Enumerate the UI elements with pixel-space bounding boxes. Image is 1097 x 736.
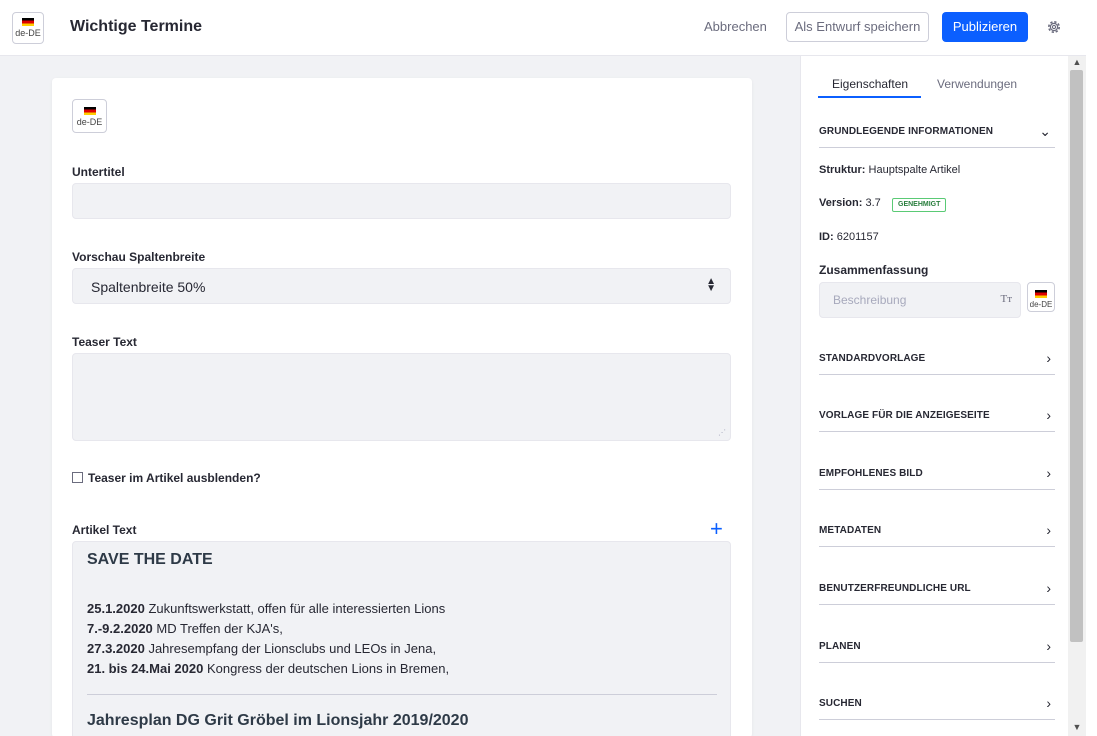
article-line: 27.3.2020 Jahresempfang der Lionsclubs u… <box>87 641 437 656</box>
id-info: ID: 6201157 <box>819 231 879 243</box>
publish-button[interactable]: Publizieren <box>942 12 1028 42</box>
section-featured-image[interactable]: EMPFOHLENES BILD › <box>819 457 1055 490</box>
content-language-selector[interactable]: de-DE <box>72 99 107 133</box>
page-title: Wichtige Termine <box>70 18 203 35</box>
subtitle-label: Untertitel <box>72 165 125 179</box>
select-arrows-icon: ▲ ▼ <box>706 276 716 294</box>
chevron-right-icon: › <box>1046 407 1051 423</box>
hide-teaser-checkbox[interactable] <box>72 472 83 483</box>
chevron-right-icon: › <box>1046 695 1051 711</box>
language-code: de-DE <box>1029 300 1053 309</box>
section-title: METADATEN <box>819 525 882 536</box>
active-tab-indicator <box>818 96 921 98</box>
article-line: 25.1.2020 Zukunftswerkstatt, offen für a… <box>87 601 446 616</box>
properties-sidebar: Eigenschaften Verwendungen GRUNDLEGENDE … <box>800 56 1068 736</box>
chevron-down-icon: ⌄ <box>1039 123 1051 139</box>
preview-width-label: Vorschau Spaltenbreite <box>72 250 206 264</box>
section-title: BENUTZERFREUNDLICHE URL <box>819 583 971 594</box>
section-metadata[interactable]: METADATEN › <box>819 514 1055 547</box>
chevron-right-icon: › <box>1046 638 1051 654</box>
article-divider <box>87 694 717 695</box>
scroll-up-icon[interactable]: ▲ <box>1070 57 1084 69</box>
section-title: PLANEN <box>819 641 861 652</box>
flag-de-icon <box>83 107 96 115</box>
chevron-right-icon: › <box>1046 580 1051 596</box>
hide-teaser-label[interactable]: Teaser im Artikel ausblenden? <box>88 471 261 485</box>
scrollbar-thumb[interactable] <box>1070 70 1083 642</box>
article-subheading: Jahresplan DG Grit Gröbel im Lionsjahr 2… <box>87 712 469 729</box>
teaser-text-label: Teaser Text <box>72 335 137 349</box>
article-heading: SAVE THE DATE <box>87 551 213 568</box>
article-text-editor[interactable]: SAVE THE DATE 25.1.2020 Zukunftswerkstat… <box>72 541 731 736</box>
summary-language-selector[interactable]: de-DE <box>1027 282 1055 312</box>
plus-icon[interactable]: + <box>710 518 723 540</box>
preview-width-value: Spaltenbreite 50% <box>91 279 206 295</box>
chevron-right-icon: › <box>1046 522 1051 538</box>
section-schedule[interactable]: PLANEN › <box>819 630 1055 663</box>
text-format-icon[interactable]: Tт <box>1000 293 1012 305</box>
section-title: VORLAGE FÜR DIE ANZEIGESEITE <box>819 410 990 421</box>
section-friendly-url[interactable]: BENUTZERFREUNDLICHE URL › <box>819 572 1055 605</box>
save-draft-button[interactable]: Als Entwurf speichern <box>786 12 929 42</box>
gear-icon[interactable] <box>1046 19 1062 35</box>
resize-handle-icon[interactable]: ⋰ <box>718 428 726 437</box>
app-header: de-DE Wichtige Termine Abbrechen Als Ent… <box>0 0 1097 56</box>
window-edge <box>1086 0 1097 736</box>
summary-label: Zusammenfassung <box>819 263 929 277</box>
version-info: Version: 3.7 <box>819 197 881 209</box>
section-title: SUCHEN <box>819 698 862 709</box>
language-code: de-DE <box>15 28 41 38</box>
summary-input[interactable]: Beschreibung Tт <box>819 282 1021 318</box>
flag-de-icon <box>1035 290 1047 298</box>
summary-placeholder: Beschreibung <box>833 293 907 307</box>
section-default-template[interactable]: STANDARDVORLAGE › <box>819 342 1055 375</box>
section-display-page-template[interactable]: VORLAGE FÜR DIE ANZEIGESEITE › <box>819 399 1055 432</box>
section-title: EMPFOHLENES BILD <box>819 468 923 479</box>
content-form: de-DE Untertitel Vorschau Spaltenbreite … <box>52 78 752 736</box>
cancel-button[interactable]: Abbrechen <box>696 12 775 42</box>
structure-info: Struktur: Hauptspalte Artikel <box>819 164 961 176</box>
article-text-label: Artikel Text <box>72 523 137 537</box>
chevron-right-icon: › <box>1046 350 1051 366</box>
section-title: GRUNDLEGENDE INFORMATIONEN <box>819 126 994 137</box>
teaser-textarea[interactable]: ⋰ <box>72 353 731 441</box>
status-badge: GENEHMIGT <box>892 198 947 212</box>
tab-properties[interactable]: Eigenschaften <box>832 77 908 91</box>
tab-usages[interactable]: Verwendungen <box>937 77 1017 91</box>
preview-width-select[interactable]: Spaltenbreite 50% ▲ ▼ <box>72 268 731 304</box>
section-search[interactable]: SUCHEN › <box>819 687 1055 720</box>
flag-de-icon <box>22 18 34 26</box>
subtitle-input[interactable] <box>72 183 731 219</box>
article-line: 21. bis 24.Mai 2020 Kongress der deutsch… <box>87 661 450 676</box>
chevron-right-icon: › <box>1046 465 1051 481</box>
article-line: 7.-9.2.2020 MD Treffen der KJA's, <box>87 621 283 636</box>
language-selector[interactable]: de-DE <box>12 12 44 44</box>
language-code: de-DE <box>76 117 103 127</box>
section-title: STANDARDVORLAGE <box>819 353 926 364</box>
section-basic-info[interactable]: GRUNDLEGENDE INFORMATIONEN ⌄ <box>819 115 1055 148</box>
scroll-down-icon[interactable]: ▼ <box>1070 722 1084 734</box>
